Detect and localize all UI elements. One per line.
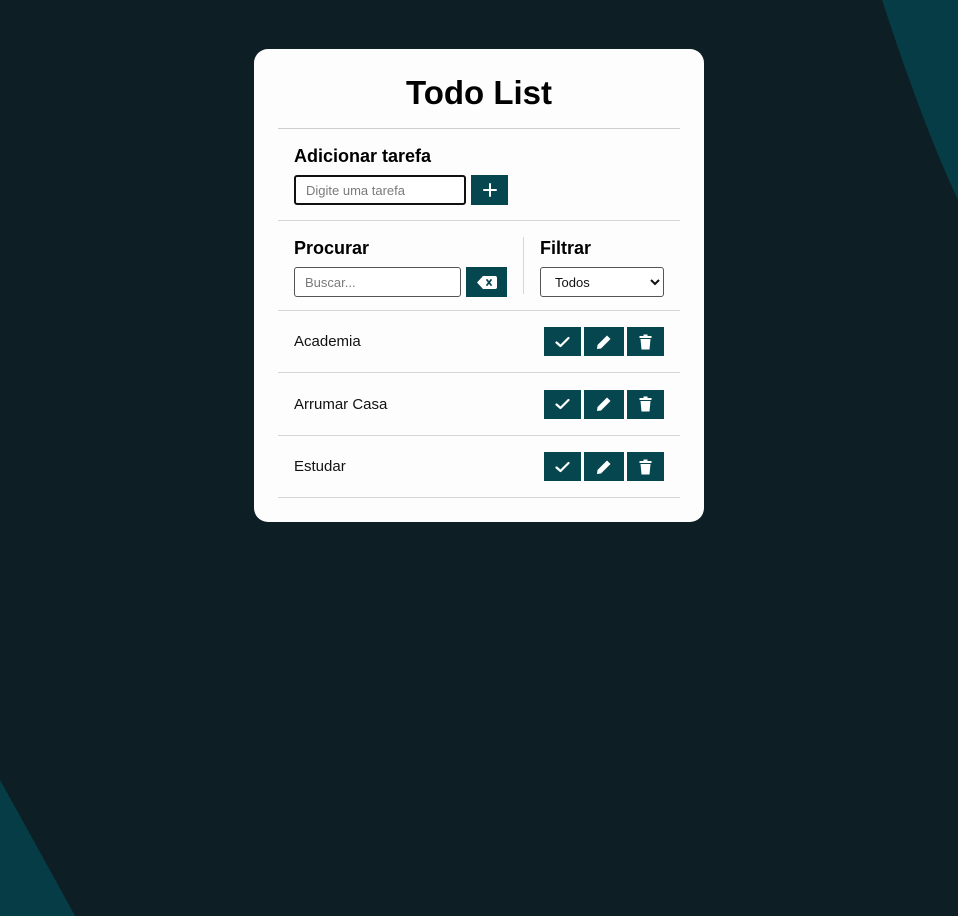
check-icon: [555, 336, 570, 347]
filter-label: Filtrar: [540, 238, 592, 258]
todo-actions: [544, 452, 664, 481]
plus-icon: [482, 183, 497, 197]
add-task-button[interactable]: [471, 175, 508, 205]
todo-actions: [544, 389, 664, 419]
todo-card: Todo List Adicionar tarefa Procurar: [254, 49, 704, 522]
add-task-form: Adicionar tarefa: [278, 129, 680, 221]
todo-item: Estudar: [278, 436, 680, 498]
edit-button[interactable]: [584, 389, 624, 419]
backspace-icon: [476, 275, 497, 289]
complete-button[interactable]: [544, 327, 581, 356]
page-title: Todo List: [278, 49, 680, 129]
check-icon: [555, 398, 570, 410]
todo-item: Academia: [278, 311, 680, 373]
filter-select[interactable]: Todos: [540, 267, 664, 297]
add-task-input[interactable]: [294, 175, 466, 205]
todo-actions: [544, 327, 664, 356]
trash-icon: [639, 396, 652, 412]
toolbar: Procurar Filtrar Todos: [278, 221, 680, 311]
filter-panel: Filtrar Todos: [524, 237, 664, 297]
edit-button[interactable]: [584, 327, 624, 356]
check-icon: [555, 461, 570, 472]
pencil-icon: [597, 397, 611, 411]
delete-button[interactable]: [627, 327, 664, 356]
edit-button[interactable]: [584, 452, 624, 481]
complete-button[interactable]: [544, 389, 581, 419]
todo-item-text: Academia: [294, 333, 361, 350]
todo-item-text: Estudar: [294, 458, 346, 475]
search-row: [294, 267, 523, 297]
trash-icon: [639, 459, 652, 474]
clear-search-button[interactable]: [466, 267, 507, 297]
pencil-icon: [597, 460, 611, 474]
delete-button[interactable]: [627, 452, 664, 481]
add-task-row: [294, 175, 664, 205]
todo-item: Arrumar Casa: [278, 373, 680, 436]
search-panel: Procurar: [294, 237, 524, 297]
trash-icon: [639, 334, 652, 349]
pencil-icon: [597, 335, 611, 349]
search-input[interactable]: [294, 267, 461, 297]
delete-button[interactable]: [627, 389, 664, 419]
todo-item-text: Arrumar Casa: [294, 395, 388, 413]
add-task-label: Adicionar tarefa: [294, 146, 432, 166]
search-label: Procurar: [294, 238, 370, 258]
complete-button[interactable]: [544, 452, 581, 481]
